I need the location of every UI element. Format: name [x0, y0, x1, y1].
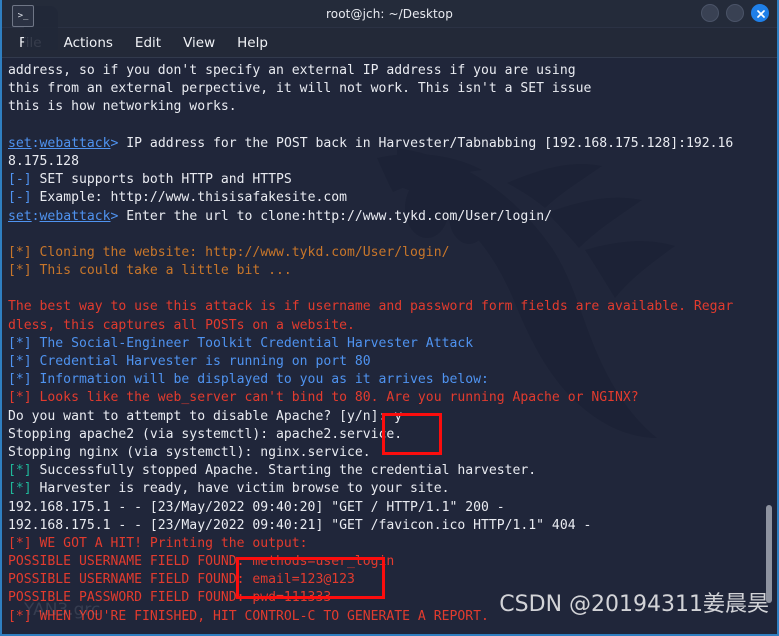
terminal-line: [*] Cloning the website: http://www.tykd…: [8, 244, 771, 262]
terminal-text-segment: dless, this captures all POSTs on a webs…: [8, 317, 355, 333]
terminal-icon: >_: [12, 5, 34, 27]
close-icon: [757, 10, 765, 18]
terminal-text-segment: this from an external perpective, it wil…: [8, 81, 592, 97]
terminal-text-segment: >: [110, 208, 127, 224]
terminal-line: [*] Successfully stopped Apache. Startin…: [8, 462, 771, 480]
terminal-line: 8.175.128: [8, 153, 771, 171]
menu-item-edit[interactable]: Edit: [126, 32, 170, 54]
terminal-text-segment: SET supports both HTTP and HTTPS: [31, 172, 292, 188]
terminal-text-segment: Harvester is ready, have victim browse t…: [31, 481, 450, 497]
terminal-text-segment: The best way to use this attack is if us…: [8, 299, 734, 315]
menu-bar: >_ File Actions Edit View Help: [2, 5, 777, 58]
terminal-line: [*] This could take a little bit ...: [8, 262, 771, 280]
terminal-text-segment: [*]: [8, 481, 32, 497]
terminal-text-segment: [*] Looks like the web_server can't bind…: [8, 390, 639, 406]
terminal-line: [*] Credential Harvester is running on p…: [8, 353, 771, 371]
terminal-line: Stopping apache2 (via systemctl): apache…: [8, 426, 771, 444]
terminal-window: root@jch: ~/Desktop >_ File Actions Edit…: [0, 0, 779, 636]
terminal-scrollbar[interactable]: [762, 58, 775, 634]
scrollbar-thumb[interactable]: [766, 505, 772, 603]
minimize-button[interactable]: [701, 4, 719, 22]
terminal-text-segment: Do you want to attempt to disable Apache…: [8, 408, 403, 424]
terminal-text-segment: webattack: [39, 208, 111, 224]
terminal-text-segment: webattack: [39, 135, 111, 151]
terminal-text-segment: 192.168.175.1 - - [23/May/2022 09:40:21]…: [8, 517, 592, 533]
terminal-text-segment: Example: http://www.thisisafakesite.com: [31, 190, 347, 206]
terminal-line: address, so if you don't specify an exte…: [8, 62, 771, 80]
title-bar[interactable]: root@jch: ~/Desktop: [2, 0, 777, 28]
terminal-text-segment: address, so if you don't specify an exte…: [8, 63, 576, 78]
terminal-text-segment: Stopping apache2 (via systemctl): apache…: [8, 426, 403, 442]
terminal-text-segment: :: [31, 135, 40, 151]
terminal-line: set:webattack> IP address for the POST b…: [8, 135, 771, 153]
terminal-line: [-] Example: http://www.thisisafakesite.…: [8, 189, 771, 207]
terminal-text-segment: set: [8, 208, 32, 224]
menu-item-view[interactable]: View: [174, 32, 224, 54]
terminal-text-segment: set: [8, 135, 32, 151]
terminal-line: [*] The Social-Engineer Toolkit Credenti…: [8, 335, 771, 353]
terminal-text-segment: Enter the url to clone:http://www.tykd.c…: [126, 208, 552, 224]
terminal-text-segment: [-]: [8, 172, 32, 188]
terminal-line: this is how networking works.: [8, 98, 771, 116]
terminal-output-area[interactable]: address, so if you don't specify an exte…: [2, 58, 777, 634]
window-title: root@jch: ~/Desktop: [326, 6, 453, 21]
menu-item-help[interactable]: Help: [228, 32, 277, 54]
terminal-text-segment: [*] Cloning the website: http://www.tykd…: [8, 244, 450, 260]
terminal-line: Do you want to attempt to disable Apache…: [8, 408, 771, 426]
terminal-line: [*] Looks like the web_server can't bind…: [8, 389, 771, 407]
close-button[interactable]: [751, 4, 769, 22]
terminal-text-segment: 8.175.128: [8, 153, 79, 169]
terminal-text-segment: [*] Credential Harvester is running on p…: [8, 354, 371, 369]
terminal-line: POSSIBLE USERNAME FIELD FOUND: methods=u…: [8, 553, 771, 571]
window-controls: [701, 4, 769, 22]
terminal-line: The best way to use this attack is if us…: [8, 298, 771, 316]
terminal-line: dless, this captures all POSTs on a webs…: [8, 317, 771, 335]
terminal-text-segment: [*] WE GOT A HIT! Printing the output:: [8, 535, 308, 551]
terminal-text-segment: this is how networking works.: [8, 99, 237, 115]
terminal-text-segment: POSSIBLE USERNAME FIELD FOUND: methods=u…: [8, 554, 395, 570]
terminal-text-segment: [*] Information will be displayed to you…: [8, 372, 489, 388]
terminal-text-segment: [*] This could take a little bit ...: [8, 263, 292, 279]
maximize-button[interactable]: [726, 4, 744, 22]
terminal-text-segment: Successfully stopped Apache. Starting th…: [31, 463, 537, 479]
terminal-line: [*] WE GOT A HIT! Printing the output:: [8, 535, 771, 553]
terminal-line: 192.168.175.1 - - [23/May/2022 09:40:21]…: [8, 517, 771, 535]
terminal-text-segment: [*] The Social-Engineer Toolkit Credenti…: [8, 335, 474, 351]
menu-item-actions[interactable]: Actions: [55, 32, 122, 54]
terminal-text-segment: IP address for the POST back in Harveste…: [126, 135, 734, 151]
terminal-text-segment: :: [31, 208, 40, 224]
terminal-line: [-] SET supports both HTTP and HTTPS: [8, 171, 771, 189]
terminal-line: set:webattack> Enter the url to clone:ht…: [8, 208, 771, 226]
terminal-text-segment: 192.168.175.1 - - [23/May/2022 09:40:20]…: [8, 499, 505, 515]
terminal-line: 192.168.175.1 - - [23/May/2022 09:40:20]…: [8, 499, 771, 517]
background-label: YAN3.grc: [24, 600, 101, 620]
terminal-text-segment: [-]: [8, 190, 32, 206]
terminal-text-segment: >: [110, 135, 127, 151]
terminal-lines: address, so if you don't specify an exte…: [2, 58, 777, 634]
terminal-line: [*] Harvester is ready, have victim brow…: [8, 480, 771, 498]
terminal-text-segment: POSSIBLE USERNAME FIELD FOUND: email=123…: [8, 572, 355, 588]
csdn-watermark: CSDN @20194311姜晨昊: [499, 592, 769, 617]
terminal-line: [*] Information will be displayed to you…: [8, 371, 771, 389]
terminal-text-segment: [*]: [8, 463, 32, 479]
terminal-line: this from an external perpective, it wil…: [8, 80, 771, 98]
terminal-text-segment: Stopping nginx (via systemctl): nginx.se…: [8, 444, 371, 460]
terminal-line: Stopping nginx (via systemctl): nginx.se…: [8, 444, 771, 462]
